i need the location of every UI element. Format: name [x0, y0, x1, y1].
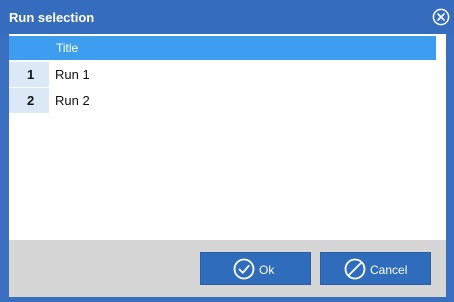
grid-header: Title	[9, 36, 436, 60]
close-icon[interactable]	[432, 8, 450, 26]
row-title-cell[interactable]: Run 1	[55, 67, 90, 82]
ok-button-label: Ok	[259, 263, 275, 277]
grid-header-corner	[9, 36, 49, 60]
dialog-footer: Ok Cancel	[9, 240, 446, 297]
column-header-title[interactable]: Title	[56, 41, 78, 55]
row-number-cell: 2	[9, 88, 49, 114]
cancel-button-label: Cancel	[370, 263, 408, 277]
prohibit-circle-icon	[344, 258, 366, 280]
dialog-title: Run selection	[9, 10, 95, 25]
row-number: 2	[27, 93, 35, 108]
table-row[interactable]: 1 Run 1	[9, 62, 446, 88]
cancel-button[interactable]: Cancel	[320, 252, 431, 285]
ok-button[interactable]: Ok	[200, 252, 311, 285]
table-row[interactable]: 2 Run 2	[9, 88, 446, 114]
check-circle-icon	[233, 258, 255, 280]
grid-area: Title 1 Run 1 2 Run 2	[9, 34, 446, 240]
row-number: 1	[27, 67, 35, 82]
row-title-cell[interactable]: Run 2	[55, 93, 90, 108]
row-number-cell: 1	[9, 62, 49, 88]
dialog-titlebar: Run selection	[0, 0, 454, 34]
run-selection-dialog: Run selection Title 1 Run 1 2 Run 2 Ok C…	[0, 0, 454, 302]
